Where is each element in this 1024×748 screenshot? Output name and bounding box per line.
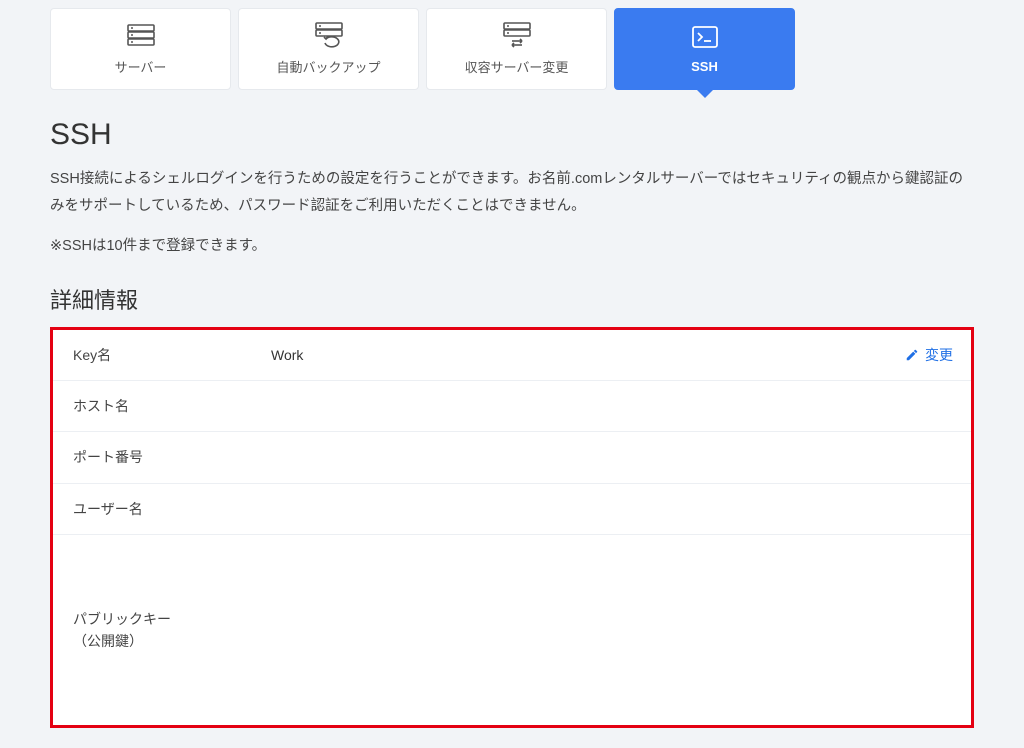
page-note: ※SSHは10件まで登録できます。 [50,234,974,255]
tab-server-label: サーバー [115,57,167,76]
row-user-label: ユーザー名 [53,484,263,534]
row-host-label: ホスト名 [53,381,263,431]
row-key-name-value: Work [271,347,303,363]
row-host: ホスト名 [53,381,971,432]
ssh-detail-table: Key名 Work 変更 ホスト名 ポート番 [50,327,974,729]
server-migrate-icon [502,23,532,47]
row-public-key-label: パブリックキー （公開鍵） [53,594,263,667]
terminal-icon [690,25,720,49]
tab-migrate-label: 収容サーバー変更 [465,57,569,76]
tab-server[interactable]: サーバー [50,8,231,90]
page-description: SSH接続によるシェルログインを行うための設定を行うことができます。お名前.co… [50,166,974,220]
tab-ssh[interactable]: SSH [614,8,795,90]
tab-ssh-label: SSH [691,59,718,74]
section-title-detail: 詳細情報 [50,283,974,315]
row-user: ユーザー名 [53,484,971,535]
panel-tabs: サーバー 自動バックアップ [50,8,974,90]
row-public-key: パブリックキー （公開鍵） [53,535,971,725]
edit-key-name-label: 変更 [925,345,953,365]
row-port: ポート番号 [53,432,971,483]
pencil-icon [905,348,919,362]
row-key-name: Key名 Work 変更 [53,330,971,381]
tab-backup[interactable]: 自動バックアップ [238,8,419,90]
server-icon [126,23,156,47]
row-key-name-label: Key名 [53,330,263,380]
page-title: SSH [50,118,974,152]
tab-migrate[interactable]: 収容サーバー変更 [426,8,607,90]
backup-icon [314,23,344,47]
row-port-label: ポート番号 [53,432,263,482]
tab-backup-label: 自動バックアップ [276,57,380,76]
edit-key-name-button[interactable]: 変更 [905,345,953,365]
